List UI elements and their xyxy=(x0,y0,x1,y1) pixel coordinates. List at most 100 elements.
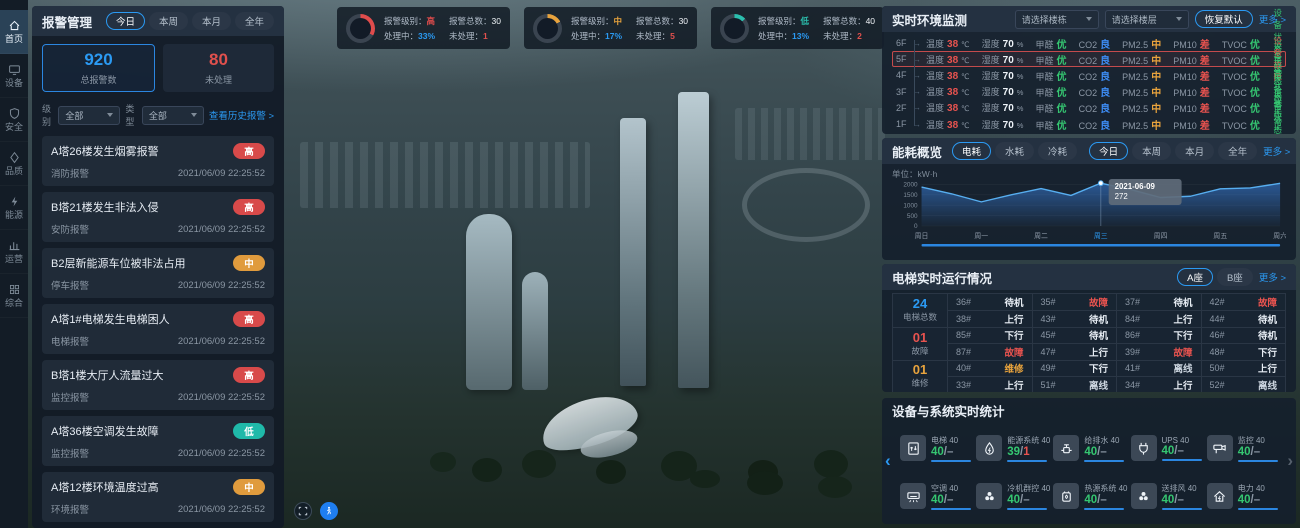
elevator-icon xyxy=(900,435,926,461)
power-icon xyxy=(1207,483,1233,509)
history-alarms-link[interactable]: 查看历史报警 > xyxy=(209,108,274,122)
roam-mode-button[interactable] xyxy=(320,502,338,520)
sidebar-item-security[interactable]: 安全 xyxy=(0,98,28,142)
elevator-cell: 47#上行 xyxy=(1032,343,1117,359)
energy-type-tab[interactable]: 水耗 xyxy=(995,142,1034,160)
alarm-time-tab[interactable]: 本月 xyxy=(192,12,231,30)
metric-label: CO2 xyxy=(1079,104,1098,114)
online-count: 40 xyxy=(1084,494,1097,506)
energy-type-tab[interactable]: 电耗 xyxy=(952,142,991,160)
floor-label: 2F xyxy=(896,103,913,113)
metric-label: PM2.5 xyxy=(1122,56,1148,66)
alarm-list-item[interactable]: A塔26楼发生烟雾报警高消防报警2021/06/09 22:25:52 xyxy=(42,136,274,186)
metric-value: 良 xyxy=(1100,68,1110,83)
elevator-building-tab[interactable]: A座 xyxy=(1177,268,1213,286)
elevator-building-tab[interactable]: B座 xyxy=(1217,268,1253,286)
elevator-status: 下行 xyxy=(1089,361,1108,375)
metric-unit: ℃ xyxy=(961,104,969,113)
elevator-status: 故障 xyxy=(1089,295,1108,309)
alarm-list-item[interactable]: B塔1楼大厅人流量过大高监控报警2021/06/09 22:25:52 xyxy=(42,360,274,410)
metric-label: 甲醛 xyxy=(1036,54,1054,67)
sidebar-item-device[interactable]: 设备 xyxy=(0,54,28,98)
metric-hcho: 甲醛优 xyxy=(1036,68,1067,83)
elevator-status: 待机 xyxy=(1089,312,1108,326)
sidebar-item-home[interactable]: 首页 xyxy=(0,10,28,54)
device-tiles: 电梯 4040/–能源系统 4039/1给排水 4040/–UPS 4040/–… xyxy=(900,426,1280,518)
elevator-cell: 87#故障 xyxy=(947,343,1032,359)
device-tile-value: 40/– xyxy=(1084,446,1124,459)
elevator-cell: 34#上行 xyxy=(1116,376,1201,392)
svg-text:2000: 2000 xyxy=(903,182,918,189)
alarm-list-item[interactable]: A塔36楼空调发生故障低监控报警2021/06/09 22:25:52 xyxy=(42,416,274,466)
type-filter-select[interactable]: 全部 xyxy=(142,106,204,125)
alarm-list-item[interactable]: B2层新能源车位被非法占用中停车报警2021/06/09 22:25:52 xyxy=(42,248,274,298)
alarm-time-tab[interactable]: 本周 xyxy=(149,12,188,30)
sidebar-item-energy[interactable]: 能源 xyxy=(0,186,28,230)
floor-select[interactable]: 请选择楼层 xyxy=(1105,10,1189,29)
metric-unit: % xyxy=(1017,56,1024,65)
energy-more-link[interactable]: 更多 > xyxy=(1263,144,1290,158)
building-select[interactable]: 请选择楼栋 xyxy=(1015,10,1099,29)
carousel-right-arrow[interactable]: › xyxy=(1287,451,1293,471)
device-tile-label: 冷机群控 40 xyxy=(1007,483,1050,494)
elevator-id: 37# xyxy=(1125,297,1140,307)
scene-twin-tower-a xyxy=(620,118,646,386)
energy-time-tab[interactable]: 全年 xyxy=(1218,142,1257,160)
scene-small-tower xyxy=(522,272,548,390)
metric-pm10: PM10差 xyxy=(1173,68,1210,83)
floor-label: 5F xyxy=(896,54,913,64)
elevator-status: 离线 xyxy=(1258,378,1277,392)
alarm-list-item[interactable]: A塔12楼环境温度过高中环境报警2021/06/09 22:25:52 xyxy=(42,472,274,522)
metric-label: PM2.5 xyxy=(1122,72,1148,82)
elevator-status: 待机 xyxy=(1004,295,1023,309)
alarm-total-label: 报警总数： xyxy=(823,16,866,26)
elevator-id: 42# xyxy=(1210,297,1225,307)
energy-time-tab[interactable]: 本月 xyxy=(1175,142,1214,160)
reset-default-button[interactable]: 恢复默认 xyxy=(1195,10,1253,28)
elevator-panel-title: 电梯实时运行情况 xyxy=(892,268,992,287)
metric-label: 温度 xyxy=(926,53,944,66)
elevator-cell: 49# 下行 xyxy=(1032,360,1117,376)
alarm-time-tab[interactable]: 今日 xyxy=(106,12,145,30)
environment-row: 1F→温度38℃湿度70%甲醛优CO2良PM2.5中PM10差TVOC优设备状态… xyxy=(892,116,1286,132)
tile-underline xyxy=(1007,460,1047,462)
elevator-id: 49# xyxy=(1041,363,1056,373)
alarm-time-tab[interactable]: 全年 xyxy=(235,12,274,30)
alarm-level-badge: 高 xyxy=(233,311,265,327)
energy-type-tab[interactable]: 冷耗 xyxy=(1038,142,1077,160)
dashboard-root: 首页设备安全品质能源运营综合 报警管理 今日本周本月全年 920 总报警数 80… xyxy=(0,0,1300,528)
metric-value: 差 xyxy=(1200,100,1210,115)
carousel-left-arrow[interactable]: ‹ xyxy=(885,451,891,471)
elevator-status: 上行 xyxy=(1173,378,1192,392)
energy-type-tabs: 电耗水耗冷耗 xyxy=(952,142,1077,160)
svg-text:1500: 1500 xyxy=(903,192,918,199)
metric-value: 优 xyxy=(1250,100,1260,115)
metric-value: 38 xyxy=(947,55,958,66)
elevator-id: 44# xyxy=(1210,314,1225,324)
energy-time-tab[interactable]: 今日 xyxy=(1089,142,1128,160)
floor-connector: → xyxy=(913,87,926,96)
svg-text:500: 500 xyxy=(907,213,918,220)
elevator-status: 下行 xyxy=(1173,328,1192,342)
metric-label: TVOC xyxy=(1222,88,1247,98)
metric-label: 甲醛 xyxy=(1036,70,1054,83)
alarm-category: 环境报警 xyxy=(51,502,89,516)
energy-time-tab[interactable]: 本周 xyxy=(1132,142,1171,160)
sidebar-item-label: 安全 xyxy=(0,122,28,132)
elevator-grid: 24电梯总数01故障01维修36#待机35#故障37#待机42#故障38#上行4… xyxy=(892,293,1286,392)
alarm-panel-header: 报警管理 今日本周本月全年 xyxy=(32,6,284,36)
alarm-list-item[interactable]: B塔21楼发生非法入侵高安防报警2021/06/09 22:25:52 xyxy=(42,192,274,242)
total-alarms-card[interactable]: 920 总报警数 xyxy=(42,44,155,92)
energy-consumption-chart[interactable]: 0500100015002000周日周一周二周三周四周五周六2021-06-09… xyxy=(892,168,1286,258)
sidebar-item-composite[interactable]: 综合 xyxy=(0,274,28,318)
unhandled-alarms-card[interactable]: 80 未处理 xyxy=(163,44,274,92)
metric-temp: 温度38℃ xyxy=(926,53,970,66)
elevator-more-link[interactable]: 更多 > xyxy=(1259,270,1286,284)
level-filter-select[interactable]: 全部 xyxy=(58,106,120,125)
elevator-status: 故障 xyxy=(1258,295,1277,309)
metric-value: 差 xyxy=(1200,84,1210,99)
alarm-list-item[interactable]: A塔1#电梯发生电梯困人高电梯报警2021/06/09 22:25:52 xyxy=(42,304,274,354)
sidebar-item-operations[interactable]: 运营 xyxy=(0,230,28,274)
sidebar-item-quality[interactable]: 品质 xyxy=(0,142,28,186)
fullscreen-button[interactable] xyxy=(294,502,312,520)
